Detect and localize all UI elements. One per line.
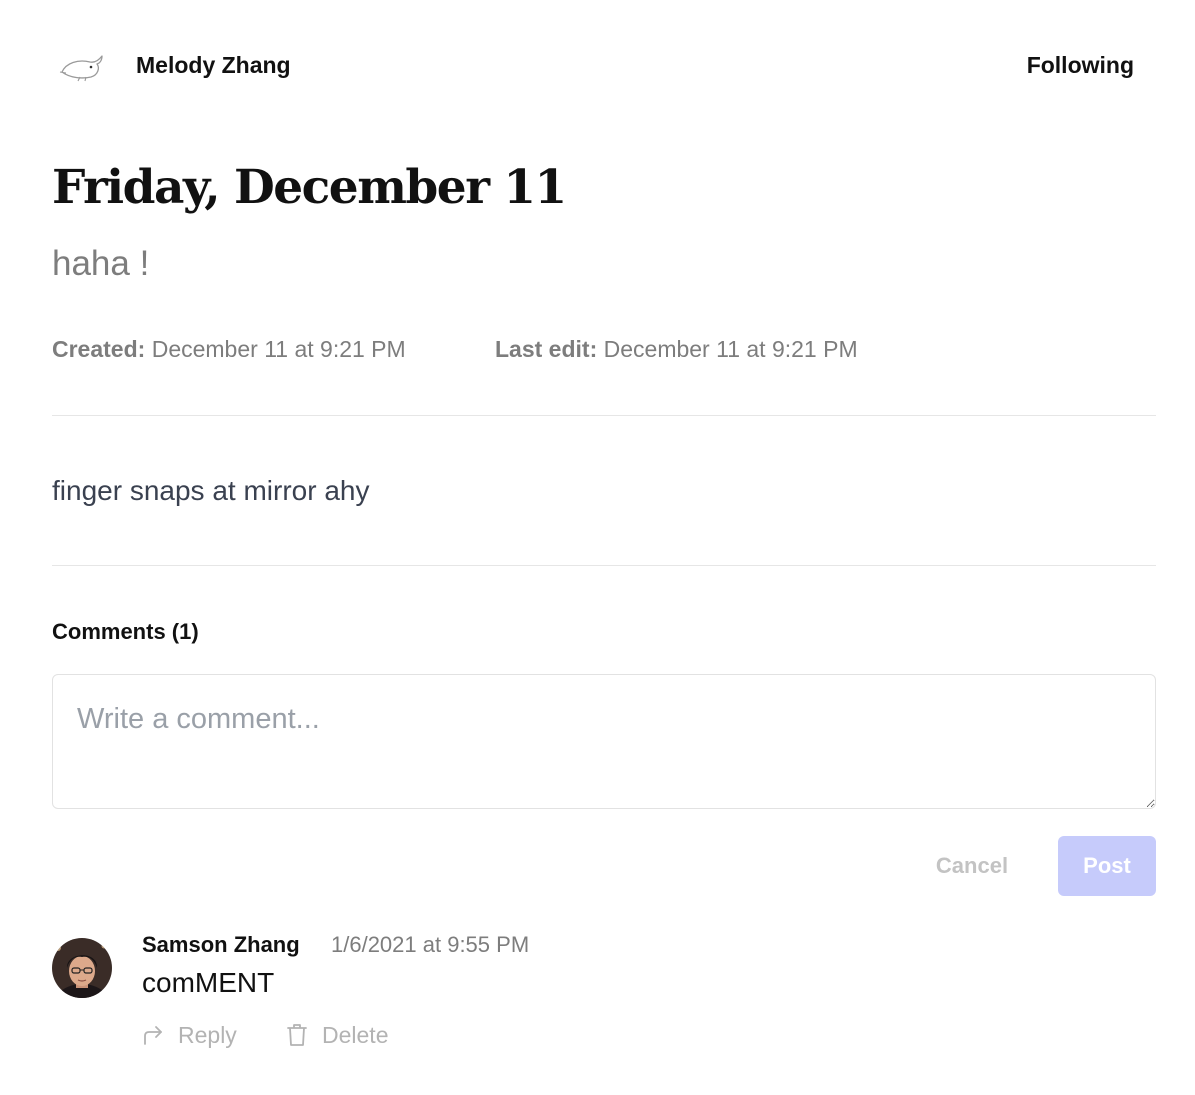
last-edit-value: December 11 at 9:21 PM — [603, 336, 858, 362]
divider — [52, 415, 1156, 416]
whale-logo-icon[interactable] — [58, 50, 106, 82]
entry-subtitle: haha ! — [52, 244, 150, 283]
reply-label: Reply — [178, 1021, 237, 1048]
avatar[interactable] — [52, 938, 112, 998]
comment-author[interactable]: Samson Zhang — [142, 932, 300, 958]
last-edit-label: Last edit: — [495, 336, 598, 362]
created-value: December 11 at 9:21 PM — [151, 336, 406, 362]
comment-text: comMENT — [142, 967, 275, 998]
created-meta: Created: December 11 at 9:21 PM — [52, 336, 406, 363]
reply-button[interactable]: Reply — [142, 1018, 237, 1052]
author-name[interactable]: Melody Zhang — [136, 52, 291, 79]
comment-timestamp: 1/6/2021 at 9:55 PM — [331, 932, 530, 957]
comment-input[interactable] — [52, 674, 1156, 809]
following-button[interactable]: Following — [1027, 52, 1134, 79]
cancel-button[interactable]: Cancel — [912, 836, 1032, 896]
delete-label: Delete — [322, 1021, 389, 1048]
entry-body: finger snaps at mirror ahy — [52, 475, 370, 506]
divider — [52, 565, 1156, 566]
page-title: Friday, December 11 — [52, 160, 567, 215]
delete-button[interactable]: Delete — [286, 1018, 388, 1052]
last-edit-meta: Last edit: December 11 at 9:21 PM — [495, 336, 858, 363]
header: Melody Zhang Following — [52, 38, 1134, 94]
post-button[interactable]: Post — [1058, 836, 1156, 896]
trash-icon — [287, 1024, 307, 1046]
comments-heading: Comments (1) — [52, 619, 199, 644]
reply-arrow-icon — [144, 1026, 162, 1045]
created-label: Created: — [52, 336, 146, 362]
